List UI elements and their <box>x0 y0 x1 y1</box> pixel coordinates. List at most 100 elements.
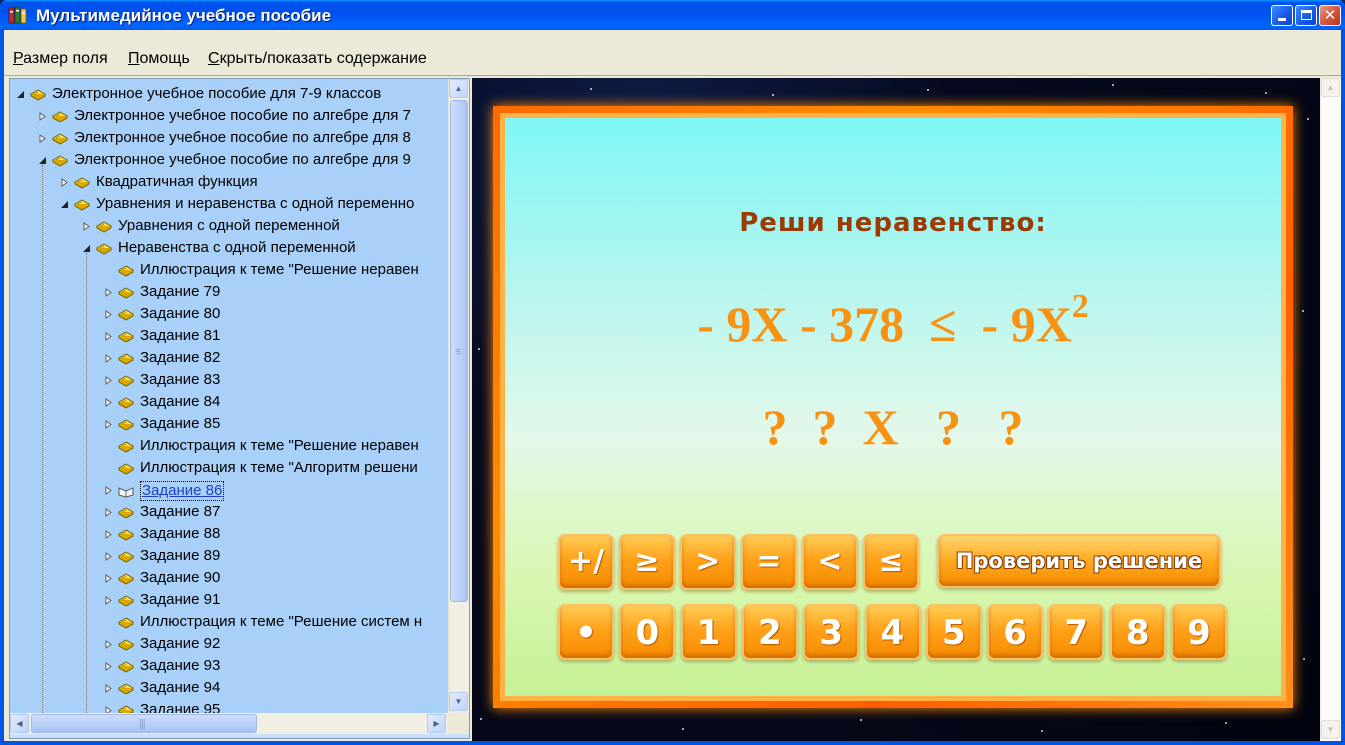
tree-vertical-scrollbar[interactable]: ▲ ≡ ▼ <box>448 79 469 713</box>
expanded-arrow-icon[interactable] <box>16 90 25 99</box>
tree-item-label: Задание 80 <box>140 305 221 322</box>
greater-button[interactable]: > <box>680 534 736 590</box>
exercise-stage: Реши неравенство: - 9X - 378 ≤ - 9X2 ? ?… <box>472 78 1320 741</box>
book-icon <box>118 285 134 299</box>
tree-horizontal-scrollbar[interactable]: ◀ ||| ▶ <box>10 713 448 734</box>
collapsed-arrow-icon[interactable] <box>104 684 113 693</box>
collapsed-arrow-icon[interactable] <box>82 222 91 231</box>
tree-item-label: Иллюстрация к теме "Решение систем н <box>140 613 423 630</box>
tree-item-label: Задание 79 <box>140 283 221 300</box>
collapsed-arrow-icon[interactable] <box>104 288 113 297</box>
greater-equal-button[interactable]: ≥ <box>619 534 675 590</box>
scroll-up-button[interactable]: ▲ <box>449 79 468 98</box>
collapsed-arrow-icon[interactable] <box>104 530 113 539</box>
collapsed-arrow-icon[interactable] <box>104 574 113 583</box>
collapsed-arrow-icon[interactable] <box>104 354 113 363</box>
tree-item-label: Уравнения и неравенства с одной переменн… <box>96 195 415 212</box>
collapsed-arrow-icon[interactable] <box>104 596 113 605</box>
digit-button[interactable]: 9 <box>1171 604 1227 660</box>
maximize-button[interactable] <box>1295 5 1317 26</box>
collapsed-arrow-icon[interactable] <box>104 640 113 649</box>
menu-help[interactable]: Помощь <box>128 50 190 68</box>
title-bar[interactable]: Мультимедийное учебное пособие ✕ <box>0 0 1345 30</box>
collapsed-arrow-icon[interactable] <box>104 332 113 341</box>
book-icon <box>118 461 134 475</box>
equal-button[interactable]: = <box>741 534 797 590</box>
collapsed-arrow-icon[interactable] <box>38 134 47 143</box>
collapsed-arrow-icon[interactable] <box>104 552 113 561</box>
grip-icon: ≡ <box>455 346 462 358</box>
tree-item-label: Задание 84 <box>140 393 221 410</box>
minimize-button[interactable] <box>1271 5 1293 26</box>
collapsed-arrow-icon[interactable] <box>104 486 113 495</box>
expanded-arrow-icon[interactable] <box>38 156 47 165</box>
book-icon <box>118 351 134 365</box>
scroll-up-button[interactable]: ▲ <box>1321 78 1340 97</box>
open-book-icon <box>118 483 134 498</box>
app-window: Мультимедийное учебное пособие ✕ Размер … <box>0 0 1345 745</box>
book-icon <box>118 329 134 343</box>
tree-item-label: Электронное учебное пособие по алгебре д… <box>74 151 411 168</box>
book-icon <box>118 681 134 695</box>
digit-button[interactable]: 8 <box>1109 604 1166 660</box>
check-solution-button[interactable]: Проверить решение <box>937 534 1221 588</box>
digit-button[interactable]: 5 <box>925 604 982 660</box>
collapsed-arrow-icon[interactable] <box>104 706 113 713</box>
exercise-frame: Реши неравенство: - 9X - 378 ≤ - 9X2 ? ?… <box>493 106 1293 708</box>
tree-item-label: Задание 86 <box>140 481 225 501</box>
tree-item-label: Задание 89 <box>140 547 221 564</box>
expanded-arrow-icon[interactable] <box>82 244 91 253</box>
menu-field-size[interactable]: Размер поля <box>13 50 108 68</box>
collapsed-arrow-icon[interactable] <box>104 508 113 517</box>
plus-minus-button[interactable]: +/− <box>558 534 614 631</box>
tree-item-label: Задание 90 <box>140 569 221 586</box>
book-icon <box>118 395 134 409</box>
collapsed-arrow-icon[interactable] <box>104 398 113 407</box>
book-icon <box>118 439 134 453</box>
tree-item-label: Задание 95 <box>140 701 221 713</box>
book-icon <box>30 87 46 101</box>
tree-connector-line <box>86 253 87 713</box>
book-icon <box>118 637 134 651</box>
collapsed-arrow-icon[interactable] <box>38 112 47 121</box>
digit-button[interactable]: 7 <box>1048 604 1105 660</box>
tree-item-label: Иллюстрация к теме "Решение неравен <box>140 437 419 454</box>
digit-button[interactable]: 2 <box>741 604 798 660</box>
main-vertical-scrollbar[interactable]: ▲ ▼ <box>1320 78 1341 741</box>
collapsed-arrow-icon[interactable] <box>104 376 113 385</box>
book-icon <box>118 703 134 713</box>
book-icon <box>74 175 90 189</box>
scroll-down-button[interactable]: ▼ <box>449 692 468 711</box>
digit-button[interactable]: 6 <box>987 604 1044 660</box>
menu-toggle-contents[interactable]: Скрыть/показать содержание <box>208 50 427 68</box>
decimal-point-button[interactable]: • <box>558 604 614 660</box>
tree-item-label: Задание 93 <box>140 657 221 674</box>
scroll-down-button[interactable]: ▼ <box>1321 720 1340 739</box>
scroll-left-button[interactable]: ◀ <box>10 714 29 733</box>
close-button[interactable]: ✕ <box>1319 5 1341 26</box>
book-icon <box>118 263 134 277</box>
digit-button[interactable]: 1 <box>680 604 737 660</box>
digit-button[interactable]: 0 <box>619 604 676 660</box>
collapsed-arrow-icon[interactable] <box>104 310 113 319</box>
book-icon <box>118 527 134 541</box>
expanded-arrow-icon[interactable] <box>60 200 69 209</box>
digit-button[interactable]: 4 <box>864 604 921 660</box>
contents-tree[interactable]: Электронное учебное пособие для 7-9 клас… <box>10 79 448 713</box>
vertical-scroll-thumb[interactable]: ≡ <box>450 100 468 602</box>
horizontal-scroll-thumb[interactable]: ||| <box>31 714 257 733</box>
menu-bar: Размер поля Помощь Скрыть/показать содер… <box>4 30 1341 76</box>
less-equal-button[interactable]: ≤ <box>863 534 919 590</box>
scroll-right-button[interactable]: ▶ <box>427 714 446 733</box>
collapsed-arrow-icon[interactable] <box>60 178 69 187</box>
collapsed-arrow-icon[interactable] <box>104 420 113 429</box>
tree-item-label: Электронное учебное пособие по алгебре д… <box>74 107 411 124</box>
tree-connector-line <box>42 165 43 713</box>
digit-button[interactable]: 3 <box>803 604 860 660</box>
window-title: Мультимедийное учебное пособие <box>36 6 332 25</box>
minimize-icon <box>1278 18 1286 21</box>
tree-item-label: Задание 88 <box>140 525 221 542</box>
collapsed-arrow-icon[interactable] <box>104 662 113 671</box>
answer-template: ? ? X ? ? <box>762 399 1024 455</box>
less-button[interactable]: < <box>802 534 858 590</box>
